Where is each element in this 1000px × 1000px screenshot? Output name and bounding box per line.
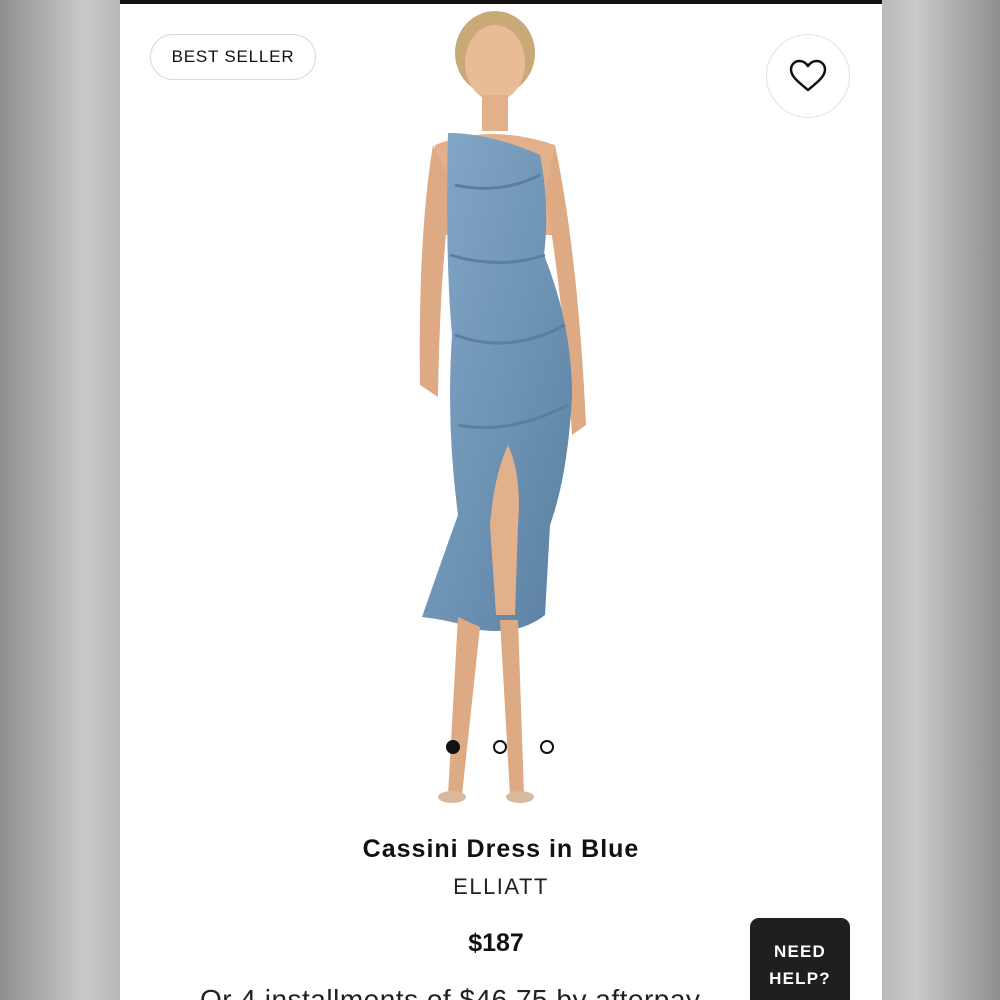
carousel-dot-3[interactable] bbox=[540, 740, 554, 754]
product-page: BEST SELLER Cassini Dress in Blue ELLIAT… bbox=[120, 0, 882, 1000]
right-backdrop bbox=[880, 0, 1000, 1000]
best-seller-badge: BEST SELLER bbox=[150, 34, 316, 80]
best-seller-label: BEST SELLER bbox=[171, 47, 295, 66]
installments-text: Or 4 installments of $46.75 by afterpay bbox=[200, 984, 701, 1000]
product-brand[interactable]: ELLIATT bbox=[120, 874, 882, 900]
carousel-dot-2[interactable] bbox=[493, 740, 507, 754]
need-help-line1: NEED bbox=[773, 942, 827, 961]
model-figure-illustration bbox=[419, 11, 586, 803]
top-bar bbox=[120, 0, 882, 4]
carousel-dots bbox=[436, 739, 566, 757]
heart-icon bbox=[789, 59, 827, 92]
product-image[interactable] bbox=[340, 5, 640, 820]
need-help-line2: HELP? bbox=[769, 969, 831, 988]
wishlist-button[interactable] bbox=[766, 34, 850, 118]
left-backdrop bbox=[0, 0, 120, 1000]
product-title: Cassini Dress in Blue bbox=[362, 835, 640, 863]
need-help-button[interactable]: NEED HELP? bbox=[750, 918, 850, 1000]
carousel-dot-1[interactable] bbox=[446, 740, 460, 754]
